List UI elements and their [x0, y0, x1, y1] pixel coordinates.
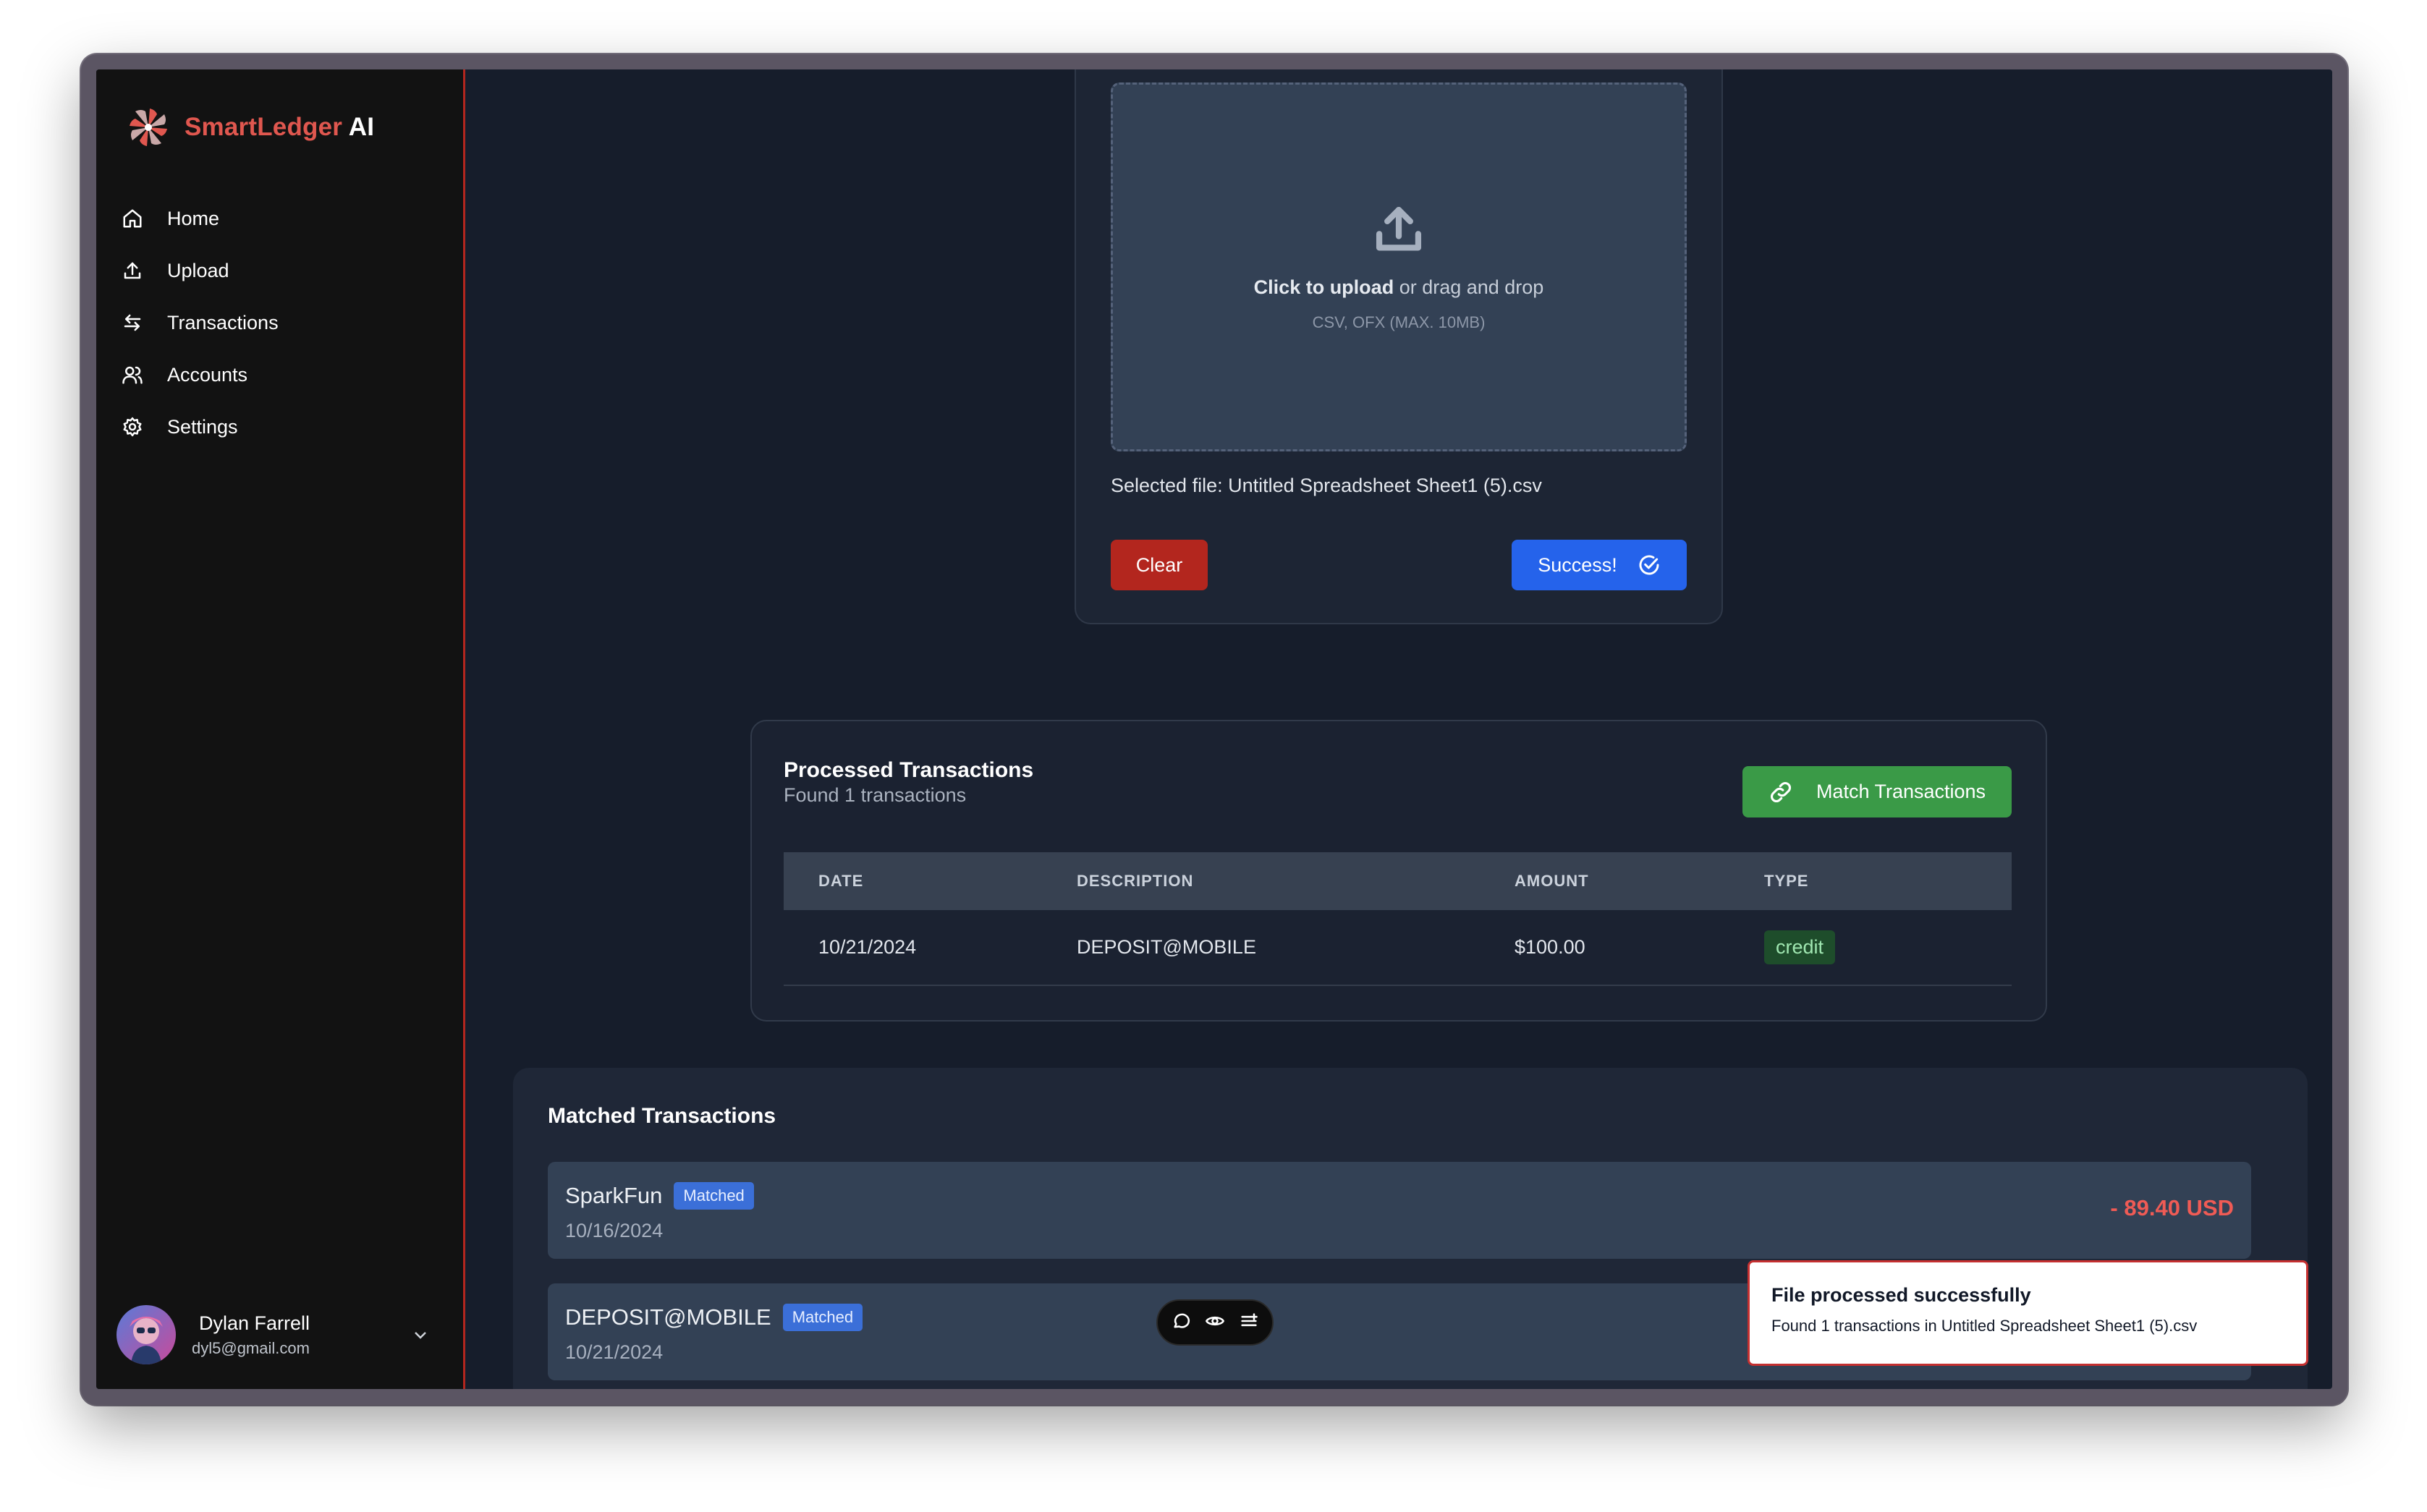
matched-item-name-row: SparkFun Matched — [565, 1182, 754, 1210]
selected-file-label: Selected file: Untitled Spreadsheet Shee… — [1111, 475, 1542, 496]
sidebar-item-upload[interactable]: Upload — [118, 245, 451, 297]
cell-description: DEPOSIT@MOBILE — [1077, 936, 1256, 958]
table-header: DATE DESCRIPTION AMOUNT TYPE — [784, 852, 2012, 910]
sidebar-item-label: Upload — [167, 259, 229, 281]
match-transactions-button[interactable]: Match Transactions — [1742, 766, 2012, 817]
matched-title: Matched Transactions — [548, 1104, 776, 1128]
column-header-amount: AMOUNT — [1515, 872, 1589, 890]
success-button[interactable]: Success! — [1512, 540, 1687, 590]
comment-icon[interactable] — [1172, 1311, 1192, 1335]
matched-badge: Matched — [674, 1182, 754, 1210]
user-name: Dylan Farrell — [199, 1312, 310, 1334]
matched-item-amount: - 89.40 USD — [2110, 1195, 2234, 1220]
logo-icon — [125, 104, 171, 150]
link-icon — [1769, 780, 1793, 804]
upload-icon — [1371, 202, 1426, 260]
sidebar-item-label: Home — [167, 207, 220, 229]
list-item[interactable]: SparkFun Matched 10/16/2024 - 89.40 USD — [548, 1162, 2251, 1259]
type-badge: credit — [1764, 930, 1836, 964]
sidebar-item-settings[interactable]: Settings — [118, 401, 451, 453]
upload-dropzone[interactable]: Click to upload or drag and drop CSV, OF… — [1111, 82, 1687, 451]
toast-notification[interactable]: File processed successfully Found 1 tran… — [1748, 1260, 2308, 1366]
brand-name-suffix: AI — [342, 113, 375, 141]
user-info: Dylan Farrell dyl5@gmail.com — [192, 1312, 406, 1358]
dropzone-instructions: Click to upload or drag and drop — [1254, 276, 1544, 299]
matched-item-date: 10/21/2024 — [565, 1341, 664, 1363]
check-circle-icon — [1638, 553, 1661, 577]
processed-table: DATE DESCRIPTION AMOUNT TYPE 10/21/2024 … — [784, 852, 2012, 986]
transfer-icon — [121, 311, 144, 334]
matched-item-name-row: DEPOSIT@MOBILE Matched — [565, 1304, 863, 1331]
toast-message: Found 1 transactions in Untitled Spreads… — [1771, 1317, 2198, 1335]
matched-item-name: SparkFun — [565, 1183, 663, 1208]
sidebar: SmartLedger AI Home Upload Transactions — [96, 69, 465, 1389]
sidebar-item-label: Settings — [167, 415, 238, 438]
brand[interactable]: SmartLedger AI — [125, 104, 374, 150]
processed-title: Processed Transactions — [784, 758, 1034, 782]
cell-amount: $100.00 — [1515, 936, 1585, 958]
drag-drop-text: or drag and drop — [1394, 276, 1544, 298]
avatar — [117, 1305, 176, 1364]
user-profile[interactable]: Dylan Farrell dyl5@gmail.com — [117, 1302, 449, 1367]
app-window: SmartLedger AI Home Upload Transactions — [96, 69, 2332, 1389]
clear-button-label: Clear — [1135, 553, 1183, 576]
column-header-description: DESCRIPTION — [1077, 872, 1194, 890]
sidebar-nav: Home Upload Transactions Accounts Settin… — [118, 192, 451, 453]
column-header-type: TYPE — [1764, 872, 1809, 890]
processed-subtitle: Found 1 transactions — [784, 784, 967, 806]
table-row[interactable]: 10/21/2024 DEPOSIT@MOBILE $100.00 credit — [784, 910, 2012, 986]
gear-icon — [121, 415, 144, 438]
list-icon[interactable] — [1239, 1311, 1259, 1335]
matched-item-date: 10/16/2024 — [565, 1220, 664, 1241]
matched-item-name: DEPOSIT@MOBILE — [565, 1304, 771, 1330]
file-type-hint: CSV, OFX (MAX. 10MB) — [1312, 313, 1486, 331]
sidebar-item-accounts[interactable]: Accounts — [118, 349, 451, 401]
click-to-upload-text[interactable]: Click to upload — [1254, 276, 1394, 298]
sidebar-item-label: Transactions — [167, 311, 279, 334]
chevron-down-icon[interactable] — [406, 1320, 435, 1349]
success-button-label: Success! — [1538, 553, 1617, 576]
sidebar-item-label: Accounts — [167, 363, 248, 386]
sidebar-item-transactions[interactable]: Transactions — [118, 297, 451, 349]
home-icon — [121, 207, 144, 230]
clear-button[interactable]: Clear — [1111, 540, 1208, 590]
users-icon — [121, 363, 144, 386]
brand-name: SmartLedger AI — [185, 113, 374, 142]
cell-date: 10/21/2024 — [818, 936, 917, 958]
upload-icon — [121, 259, 144, 282]
eye-icon[interactable] — [1205, 1311, 1225, 1335]
sidebar-item-home[interactable]: Home — [118, 192, 451, 245]
toast-title: File processed successfully — [1771, 1284, 2031, 1306]
match-button-label: Match Transactions — [1816, 781, 1986, 802]
user-email: dyl5@gmail.com — [192, 1338, 310, 1357]
brand-name-accent: SmartLedger — [185, 113, 343, 141]
cell-type: credit — [1764, 930, 2012, 964]
floating-toolbar — [1156, 1299, 1274, 1346]
column-header-date: DATE — [818, 872, 864, 890]
matched-badge: Matched — [782, 1304, 863, 1331]
